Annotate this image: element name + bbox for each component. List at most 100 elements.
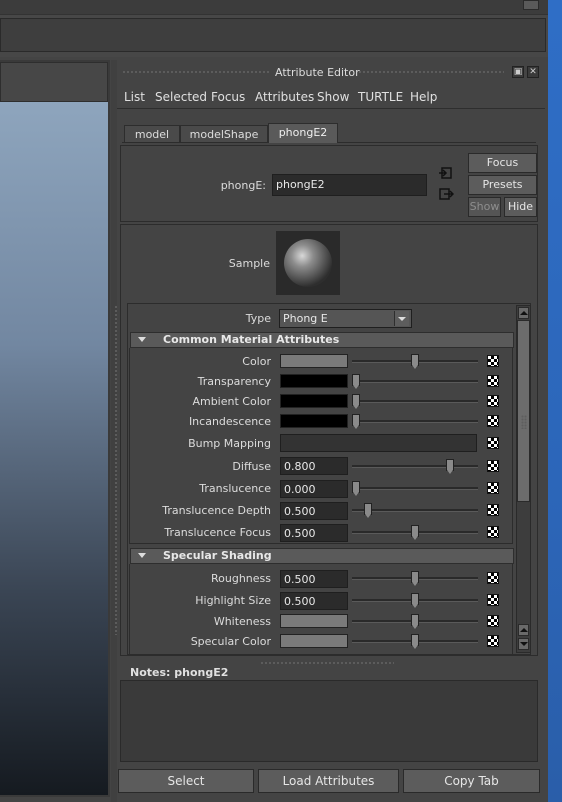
menu-turtle[interactable]: TURTLE [358,90,403,104]
map-checker-icon[interactable] [487,437,499,449]
collapse-arrow-icon [138,553,146,558]
top-toolbar [0,0,548,14]
select-button[interactable]: Select [118,769,254,793]
map-checker-icon[interactable] [487,415,499,427]
tool-shelf-field [0,18,546,52]
notes-textarea[interactable] [120,680,538,762]
incandescence-swatch[interactable] [280,414,348,428]
type-dropdown[interactable]: Phong E [279,309,412,328]
scroll-down-icon[interactable] [518,638,529,650]
menu-divider [117,108,545,109]
translucence-focus-slider-handle[interactable] [411,525,419,540]
menu-focus[interactable]: Focus [211,90,245,104]
input-connection-icon[interactable] [438,165,454,181]
map-checker-icon[interactable] [487,615,499,627]
map-checker-icon[interactable] [487,355,499,367]
color-slider-handle[interactable] [411,354,419,369]
notes-label: Notes: phongE2 [130,666,229,679]
incandescence-slider[interactable] [352,420,478,423]
translucence-slider[interactable] [352,487,478,490]
incandescence-label: Incandescence [188,415,271,428]
map-checker-icon[interactable] [487,482,499,494]
color-label: Color [242,355,271,368]
ambient-slider[interactable] [352,400,478,403]
map-checker-icon[interactable] [487,460,499,472]
presets-button[interactable]: Presets [468,175,537,195]
scroll-up-icon[interactable] [518,624,529,636]
map-checker-icon[interactable] [487,635,499,647]
specular-color-label: Specular Color [190,635,271,648]
hide-button[interactable]: Hide [504,197,537,217]
diffuse-field[interactable]: 0.800 [280,457,348,475]
translucence-depth-field[interactable]: 0.500 [280,502,348,520]
collapse-arrow-icon [138,337,146,342]
copy-tab-button[interactable]: Copy Tab [403,769,540,793]
menu-selected[interactable]: Selected [155,90,207,104]
color-swatch[interactable] [280,354,348,368]
show-button[interactable]: Show [468,197,501,217]
map-checker-icon[interactable] [487,375,499,387]
translucence-depth-label: Translucence Depth [162,504,271,517]
tab-phonge2[interactable]: phongE2 [268,123,338,143]
translucence-field[interactable]: 0.000 [280,480,348,498]
menu-help[interactable]: Help [410,90,437,104]
specular-color-swatch[interactable] [280,634,348,648]
whiteness-label: Whiteness [213,615,271,628]
translucence-label: Translucence [199,482,271,495]
highlight-size-field[interactable]: 0.500 [280,592,348,610]
node-name-label: phongE: [220,179,266,192]
translucence-depth-slider-handle[interactable] [363,503,372,518]
tab-model[interactable]: model [124,125,180,142]
ambient-slider-handle[interactable] [352,394,360,409]
roughness-field[interactable]: 0.500 [280,570,348,588]
scroll-up-icon[interactable] [518,307,529,319]
menu-attributes[interactable]: Attributes [255,90,314,104]
map-checker-icon[interactable] [487,395,499,407]
window-title: Attribute Editor [275,66,360,79]
close-icon[interactable]: ✕ [527,66,539,78]
section-title: Specular Shading [163,549,272,562]
focus-button[interactable]: Focus [468,153,537,173]
node-name-field[interactable]: phongE2 [272,174,427,196]
highlight-size-slider-handle[interactable] [411,593,419,608]
map-checker-icon[interactable] [487,526,499,538]
type-label: Type [245,312,271,325]
map-checker-icon[interactable] [487,594,499,606]
map-checker-icon[interactable] [487,504,499,516]
viewport-header [0,62,108,102]
viewport-3d[interactable] [0,102,108,795]
float-icon[interactable]: ▣ [512,66,524,78]
transparency-slider[interactable] [352,380,478,383]
translucence-focus-field[interactable]: 0.500 [280,524,348,542]
title-grip-right[interactable] [358,70,504,74]
notes-grip[interactable] [260,661,394,664]
diffuse-label: Diffuse [232,460,271,473]
bump-label: Bump Mapping [188,437,271,450]
incandescence-slider-handle[interactable] [352,414,360,429]
output-connection-icon[interactable] [438,186,455,202]
specular-color-slider-handle[interactable] [411,634,419,649]
title-grip[interactable] [122,70,270,74]
desktop-background [548,0,562,802]
transparency-swatch[interactable] [280,374,348,388]
section-common-material[interactable]: Common Material Attributes [130,332,514,348]
scrollbar-thumb[interactable] [517,320,530,502]
diffuse-slider-handle[interactable] [446,459,455,474]
tab-modelshape[interactable]: modelShape [180,125,268,142]
section-specular-shading[interactable]: Specular Shading [130,548,514,564]
translucence-slider-handle[interactable] [352,481,360,496]
highlight-size-label: Highlight Size [195,594,271,607]
translucence-focus-label: Translucence Focus [164,526,271,539]
transparency-slider-handle[interactable] [352,374,360,389]
whiteness-slider-handle[interactable] [411,614,419,629]
bump-mapping-field[interactable] [280,434,477,452]
menu-list[interactable]: List [124,90,145,104]
menu-show[interactable]: Show [317,90,349,104]
map-checker-icon[interactable] [487,572,499,584]
whiteness-swatch[interactable] [280,614,348,628]
load-attributes-button[interactable]: Load Attributes [258,769,399,793]
toolbar-collapse-button[interactable] [523,0,539,10]
ambient-swatch[interactable] [280,394,348,408]
diffuse-slider[interactable] [352,465,478,468]
roughness-slider-handle[interactable] [411,571,419,586]
